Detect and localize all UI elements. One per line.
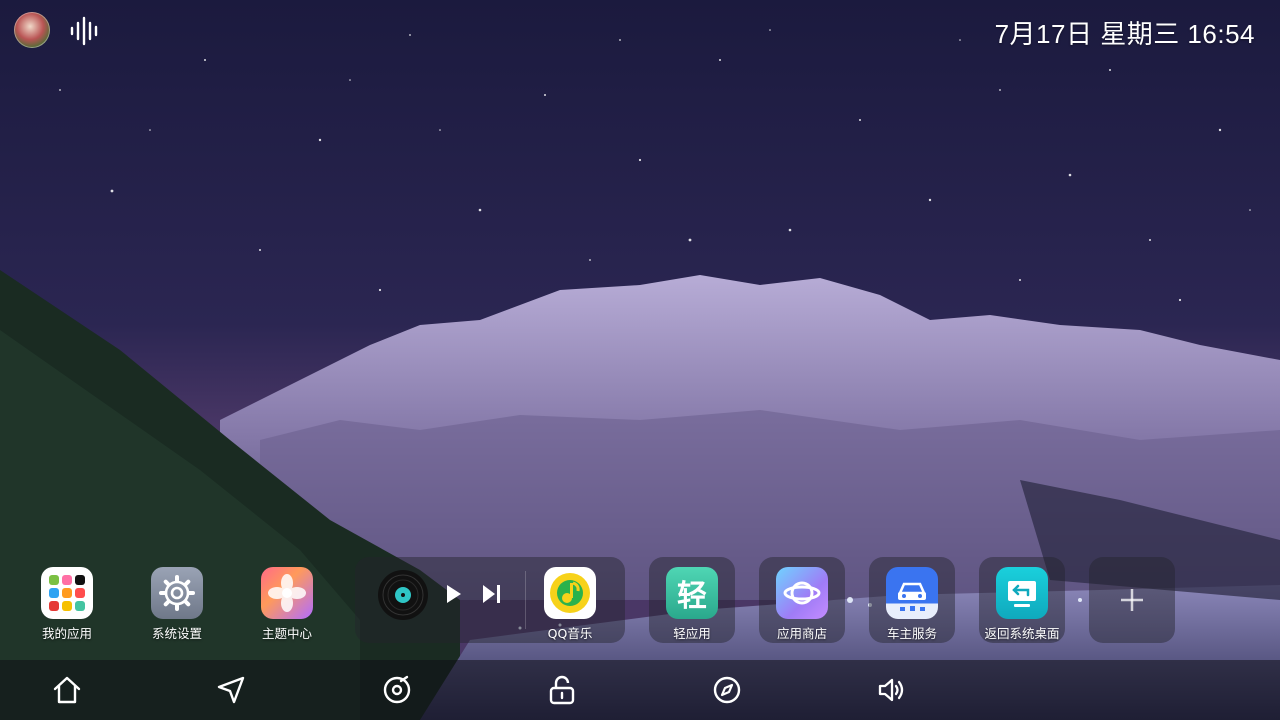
add-app-button[interactable] [1089,557,1175,643]
music-icon[interactable] [380,673,414,707]
dock-label-settings: 系统设置 [151,626,202,641]
user-avatar[interactable] [14,12,50,48]
datetime: 7月17日 星期三 16:54 [994,19,1255,49]
qq-music-icon [544,567,596,619]
navigation-icon[interactable] [214,673,248,707]
dock-item-light-app[interactable]: 轻 轻应用 [649,557,735,643]
music-widget[interactable]: QQ音乐 [355,557,625,643]
compass-icon[interactable] [710,673,744,707]
play-icon[interactable] [445,583,463,605]
dock-label-car-service: 车主服务 [886,626,937,641]
widget-divider [525,571,526,629]
dock-item-theme[interactable]: 主题中心 [244,557,330,643]
car-service-icon [886,567,938,619]
dock-item-settings[interactable]: 系统设置 [134,557,220,643]
dock-label-qq-music: QQ音乐 [547,626,593,641]
home-icon[interactable] [50,673,84,707]
dock-item-app-store[interactable]: 应用商店 [759,557,845,643]
vinyl-disc-icon[interactable] [377,569,429,621]
theme-flower-icon [261,567,313,619]
volume-icon[interactable] [875,673,909,707]
unlock-icon[interactable] [545,673,579,707]
add-icon [1121,589,1143,611]
app-grid-icon [41,567,93,619]
voice-assistant-icon[interactable] [68,16,102,46]
back-to-desktop-icon [996,567,1048,619]
dock-label-back-desktop: 返回系统桌面 [984,626,1060,641]
dock-item-car-service[interactable]: 车主服务 [869,557,955,643]
dock-label-my-apps: 我的应用 [41,626,92,641]
dock-item-back-desktop[interactable]: 返回系统桌面 [979,557,1065,643]
dock-label-app-store: 应用商店 [776,626,827,641]
settings-gear-icon [151,567,203,619]
dock-label-light-app: 轻应用 [673,626,711,641]
dock-label-theme: 主题中心 [261,626,312,641]
dock-item-qq-music[interactable]: QQ音乐 [527,557,613,643]
dock-item-my-apps[interactable]: 我的应用 [24,557,110,643]
app-store-icon [776,567,828,619]
next-track-icon[interactable] [481,583,503,605]
bottom-navbar [0,660,1280,720]
light-app-glyph: 轻 [677,579,707,614]
light-app-icon: 轻 [666,567,718,619]
